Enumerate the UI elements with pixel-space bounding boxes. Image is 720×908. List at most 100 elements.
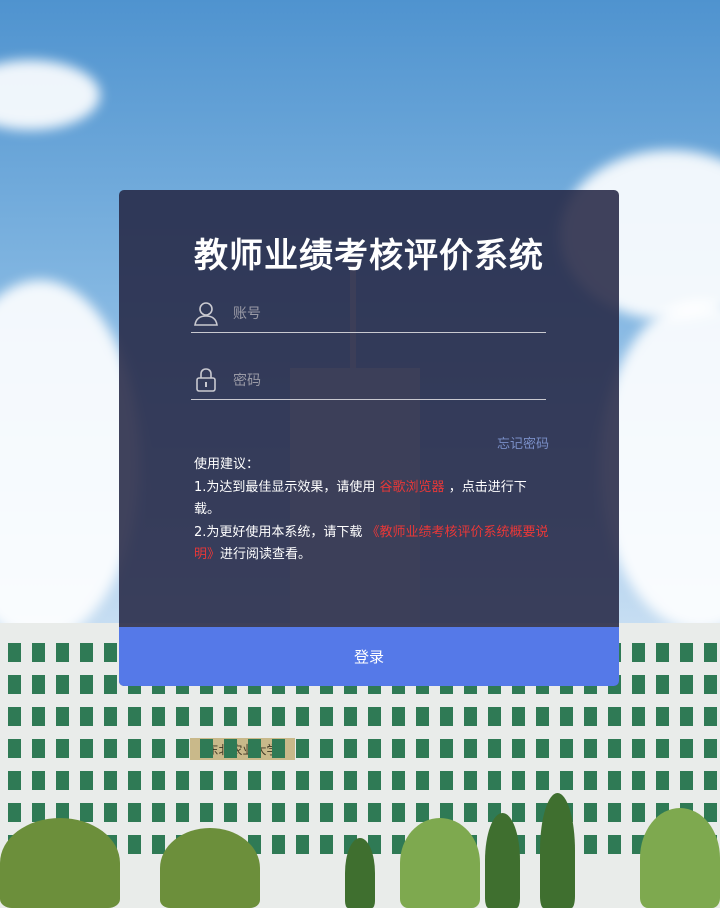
password-input[interactable]: [231, 367, 535, 395]
building-window: [32, 771, 45, 790]
building-window: [80, 675, 93, 694]
building-window: [656, 675, 669, 694]
building-window: [608, 707, 621, 726]
chrome-download-link[interactable]: 谷歌浏览器: [380, 480, 445, 495]
building-window: [80, 643, 93, 662]
building-window: [248, 739, 261, 758]
building-window: [656, 643, 669, 662]
cloud: [0, 60, 100, 130]
building-window: [512, 771, 525, 790]
building-window: [440, 739, 453, 758]
building-window: [272, 771, 285, 790]
building-window: [104, 739, 117, 758]
building-window: [104, 803, 117, 822]
building-window: [392, 707, 405, 726]
building-window: [704, 643, 717, 662]
building-window: [56, 643, 69, 662]
tip-2-text: 2.为更好使用本系统，请下载: [194, 524, 363, 540]
building-window: [224, 771, 237, 790]
building-window: [224, 803, 237, 822]
building-window: [392, 771, 405, 790]
login-button[interactable]: 登录: [119, 627, 619, 686]
building-window: [632, 675, 645, 694]
building-window: [704, 739, 717, 758]
building-window: [176, 803, 189, 822]
building-window: [152, 835, 165, 854]
building-window: [344, 707, 357, 726]
tree: [540, 793, 575, 908]
building-window: [128, 771, 141, 790]
tree: [485, 813, 520, 908]
building-window: [200, 739, 213, 758]
building-window: [296, 803, 309, 822]
building-window: [680, 707, 693, 726]
account-input[interactable]: [231, 300, 535, 328]
building-window: [584, 771, 597, 790]
building-window: [344, 739, 357, 758]
building-window: [296, 835, 309, 854]
building-window: [512, 803, 525, 822]
building-window: [632, 643, 645, 662]
building-window: [680, 675, 693, 694]
building-window: [416, 707, 429, 726]
user-icon: [194, 302, 218, 326]
building-window: [368, 707, 381, 726]
building-window: [272, 707, 285, 726]
tip-2: 2.为更好使用本系统，请下载 《教师业绩考核评价系统概要说明》进行阅读查看。: [194, 522, 552, 567]
tree: [0, 818, 120, 908]
building-window: [296, 707, 309, 726]
building-window: [272, 835, 285, 854]
building-window: [704, 771, 717, 790]
building-window: [80, 739, 93, 758]
building-window: [200, 707, 213, 726]
building-window: [632, 739, 645, 758]
building-window: [32, 707, 45, 726]
building-window: [632, 803, 645, 822]
building-window: [8, 739, 21, 758]
building-window: [632, 771, 645, 790]
building-window: [704, 675, 717, 694]
building-window: [368, 739, 381, 758]
tip-1: 1.为达到最佳显示效果，请使用 谷歌浏览器 ，点击进行下载。: [194, 477, 552, 522]
building-window: [560, 771, 573, 790]
building-window: [464, 707, 477, 726]
building-window: [320, 803, 333, 822]
building-window: [80, 803, 93, 822]
building-window: [584, 707, 597, 726]
building-window: [368, 803, 381, 822]
building-window: [512, 707, 525, 726]
building-window: [392, 739, 405, 758]
building-window: [8, 803, 21, 822]
building-window: [488, 771, 501, 790]
building-window: [584, 803, 597, 822]
building-window: [80, 771, 93, 790]
building-window: [248, 771, 261, 790]
building-window: [536, 771, 549, 790]
building-window: [32, 643, 45, 662]
building-window: [56, 771, 69, 790]
building-window: [584, 739, 597, 758]
building-window: [272, 803, 285, 822]
building-window: [464, 739, 477, 758]
building-window: [224, 739, 237, 758]
building-window: [104, 771, 117, 790]
building-window: [320, 771, 333, 790]
building-window: [320, 739, 333, 758]
password-field: [191, 363, 546, 400]
forgot-password-link[interactable]: 忘记密码: [497, 433, 549, 452]
building-window: [512, 739, 525, 758]
building-window: [344, 771, 357, 790]
building-window: [344, 803, 357, 822]
building-window: [200, 803, 213, 822]
building-window: [32, 739, 45, 758]
account-field: [191, 296, 546, 333]
tree: [640, 808, 720, 908]
tree: [345, 838, 375, 908]
login-card: 教师业绩考核评价系统 忘记密码 使用建议： 1.为达到最佳显示效果，请使用 谷歌…: [119, 190, 619, 686]
building-window: [416, 739, 429, 758]
building-window: [416, 771, 429, 790]
building-window: [80, 707, 93, 726]
building-window: [464, 771, 477, 790]
building-window: [680, 771, 693, 790]
building-window: [608, 835, 621, 854]
